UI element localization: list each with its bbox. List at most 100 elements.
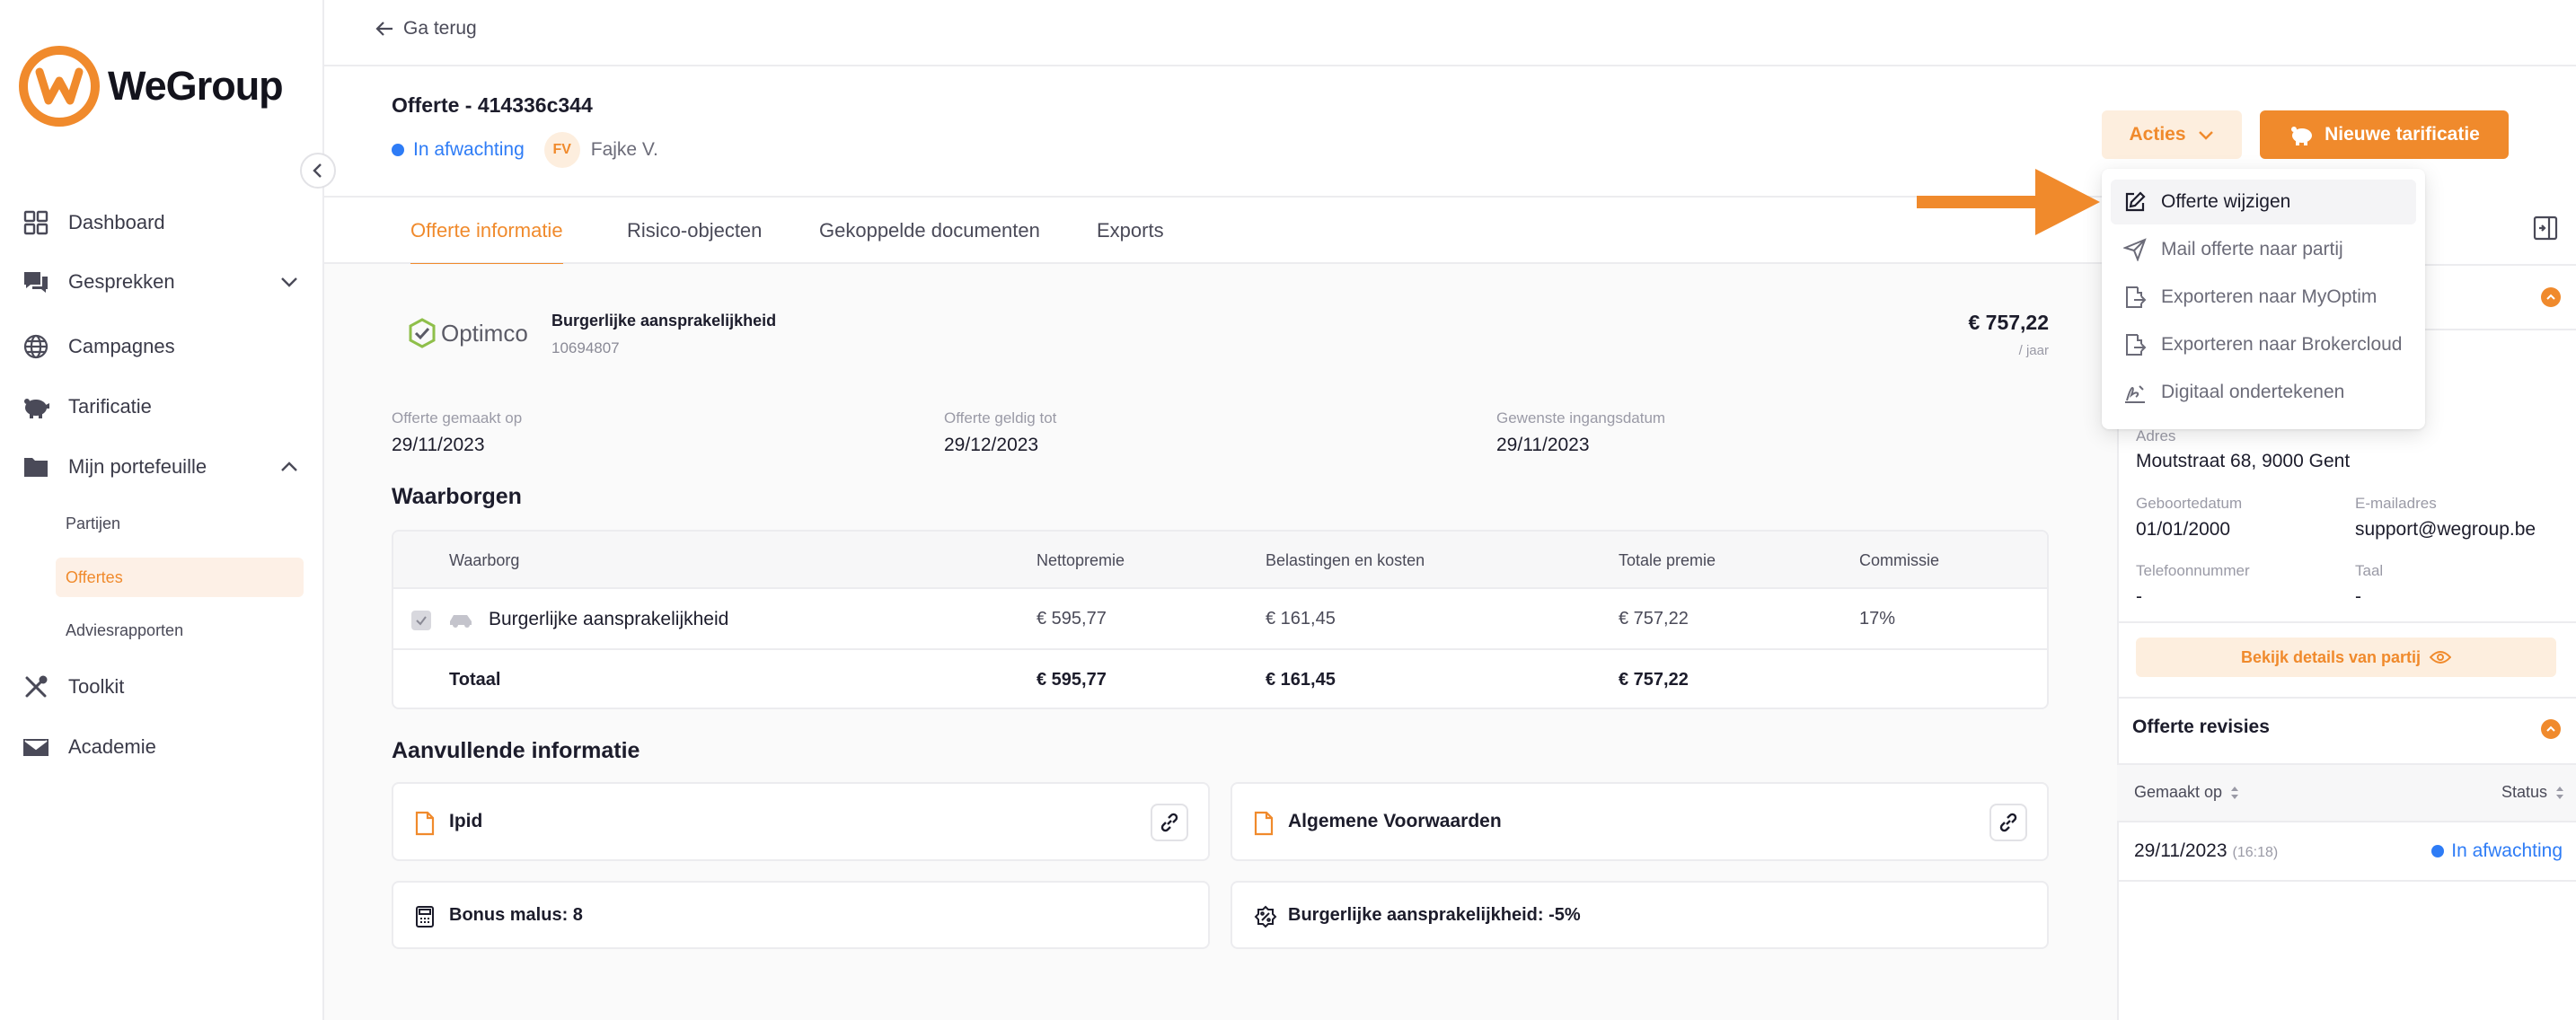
revision-status: In afwachting	[2431, 840, 2563, 862]
info-label: Burgerlijke aansprakelijkheid: -5%	[1288, 905, 1581, 925]
column-header: Status	[2501, 783, 2547, 801]
sidebar-item-label: Gesprekken	[68, 270, 175, 293]
column-header: Belastingen en kosten	[1266, 551, 1425, 569]
sidebar-item-tarificatie[interactable]: Tarificatie	[22, 385, 300, 428]
meta-created-label: Offerte gemaakt op	[392, 409, 523, 426]
sidebar-item-label: Toolkit	[68, 675, 125, 698]
folder-icon	[22, 453, 50, 481]
collapse-revisions-button[interactable]	[2541, 719, 2561, 739]
guarantees-title: Waarborgen	[392, 484, 522, 509]
column-header: Commissie	[1859, 551, 1940, 569]
document-card-ipid[interactable]: Ipid	[392, 782, 1210, 861]
status-badge: In afwachting	[413, 139, 525, 160]
menu-item-export-brokercloud[interactable]: Exporteren naar Brokercloud	[2111, 322, 2416, 367]
address-value: Moutstraat 68, 9000 Gent	[2136, 451, 2351, 471]
new-tarification-label: Nieuwe tarificatie	[2325, 124, 2480, 145]
menu-item-mail-offer[interactable]: Mail offerte naar partij	[2111, 227, 2416, 272]
menu-item-export-myoptim[interactable]: Exporteren naar MyOptim	[2111, 275, 2416, 320]
insurer-name: Optimco	[441, 319, 528, 347]
link-button[interactable]	[1989, 804, 2027, 841]
total-taxes: € 161,45	[1266, 670, 1336, 690]
menu-item-label: Mail offerte naar partij	[2161, 239, 2343, 259]
back-link[interactable]: Ga terug	[375, 18, 477, 40]
info-label: Bonus malus: 8	[449, 905, 583, 925]
column-header: Nettopremie	[1037, 551, 1125, 569]
insurer-logo: Optimco	[409, 318, 528, 348]
mail-icon	[22, 733, 50, 761]
menu-item-edit-offer[interactable]: Offerte wijzigen	[2111, 180, 2416, 224]
wegroup-logo[interactable]: WeGroup	[18, 45, 284, 128]
offer-price: € 757,22	[1968, 311, 2049, 334]
panel-collapse-icon[interactable]	[2533, 215, 2558, 241]
avatar: FV	[543, 132, 580, 168]
brand-name: WeGroup	[108, 63, 284, 109]
tab-risico-objecten[interactable]: Risico-objecten	[627, 198, 762, 264]
guarantees-table: Waarborg Nettopremie Belastingen en kost…	[392, 530, 2049, 709]
revision-date-cell: 29/11/2023 (16:18)	[2134, 840, 2278, 862]
guarantee-commission: 17%	[1859, 609, 1896, 629]
info-card-bonus-malus: Bonus malus: 8	[392, 881, 1210, 949]
chevron-up-icon[interactable]	[278, 456, 300, 478]
menu-item-label: Digitaal ondertekenen	[2161, 382, 2345, 402]
document-label: Ipid	[449, 811, 483, 831]
sidebar-item-academie[interactable]: Academie	[22, 725, 300, 769]
column-header: Totale premie	[1619, 551, 1716, 569]
sidebar-item-label: Mijn portefeuille	[68, 455, 207, 478]
sidebar-subitem-partijen[interactable]: Partijen	[56, 504, 304, 543]
sidebar-subitem-adviesrapporten[interactable]: Adviesrapporten	[56, 611, 304, 650]
language-label: Taal	[2355, 562, 2384, 579]
file-icon	[1254, 811, 1274, 836]
tools-icon	[22, 673, 50, 701]
collapse-section-button[interactable]	[2541, 287, 2561, 307]
topbar: Ga terug	[324, 0, 2576, 66]
wegroup-logo-icon	[19, 46, 100, 127]
sidebar-item-gesprekken[interactable]: Gesprekken	[22, 260, 300, 303]
page-title: Offerte - 414336c344	[392, 93, 593, 117]
sidebar-subitem-offertes[interactable]: Offertes	[56, 558, 304, 597]
chevron-down-icon	[2198, 131, 2213, 140]
info-card-discount: Burgerlijke aansprakelijkheid: -5%	[1231, 881, 2049, 949]
panel-divider	[2117, 697, 2576, 699]
panel-divider	[2117, 621, 2576, 623]
annotation-arrow-icon	[1917, 169, 2100, 235]
tab-gekoppelde-documenten[interactable]: Gekoppelde documenten	[819, 198, 1040, 264]
actions-button[interactable]: Acties	[2102, 110, 2242, 159]
view-party-details-button[interactable]: Bekijk details van partij	[2136, 638, 2556, 677]
total-premium: € 757,22	[1619, 670, 1689, 690]
sidebar-item-toolkit[interactable]: Toolkit	[22, 665, 300, 708]
sort-status-header[interactable]: Status	[2501, 783, 2565, 802]
sidebar-item-campagnes[interactable]: Campagnes	[22, 325, 300, 368]
revisions-header: Gemaakt op Status	[2117, 763, 2576, 822]
discount-icon	[1254, 905, 1277, 928]
additional-info-title: Aanvullende informatie	[392, 738, 640, 763]
status-dot	[392, 144, 404, 156]
guarantee-total: € 757,22	[1619, 609, 1689, 629]
menu-item-label: Offerte wijzigen	[2161, 191, 2291, 212]
header-status-row: In afwachting FV Fajke V.	[392, 132, 658, 168]
menu-item-digital-signing[interactable]: Digitaal ondertekenen	[2111, 370, 2416, 415]
address-label: Adres	[2136, 427, 2176, 444]
sidebar-item-mijn-portefeuille[interactable]: Mijn portefeuille	[22, 445, 300, 488]
file-export-icon	[2126, 286, 2147, 308]
row-checkbox[interactable]	[411, 611, 431, 630]
link-button[interactable]	[1151, 804, 1188, 841]
birthdate-value: 01/01/2000	[2136, 519, 2231, 540]
chevron-down-icon[interactable]	[278, 271, 300, 293]
sidebar-collapse-button[interactable]	[300, 153, 336, 189]
language-value: -	[2355, 586, 2361, 607]
new-tarification-button[interactable]: Nieuwe tarificatie	[2260, 110, 2509, 159]
sort-icon	[2556, 786, 2563, 799]
tab-exports[interactable]: Exports	[1097, 198, 1164, 264]
birthdate-label: Geboortedatum	[2136, 495, 2243, 512]
table-header: Waarborg Nettopremie Belastingen en kost…	[393, 532, 2047, 589]
revision-row[interactable]: 29/11/2023 (16:18) In afwachting	[2117, 822, 2576, 882]
total-net: € 595,77	[1037, 670, 1107, 690]
sidebar-item-dashboard[interactable]: Dashboard	[22, 201, 300, 244]
revision-status-label: In afwachting	[2451, 840, 2563, 861]
actions-dropdown-menu: Offerte wijzigen Mail offerte naar parti…	[2102, 169, 2425, 429]
sidebar: WeGroup Dashboard Gesprekken Campagnes T…	[0, 0, 324, 1020]
product-name: Burgerlijke aansprakelijkheid	[551, 312, 777, 330]
document-card-algemene-voorwaarden[interactable]: Algemene Voorwaarden	[1231, 782, 2049, 861]
tab-offerte-informatie[interactable]: Offerte informatie	[410, 198, 563, 266]
sort-created-header[interactable]: Gemaakt op	[2134, 783, 2240, 802]
